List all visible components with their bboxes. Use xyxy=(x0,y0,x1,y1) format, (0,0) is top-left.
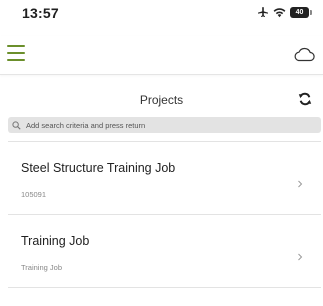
project-title: Steel Structure Training Job xyxy=(21,161,176,175)
divider xyxy=(8,287,321,288)
chevron-right-icon xyxy=(297,253,303,261)
status-bar: 13:57 40 xyxy=(0,0,323,30)
hamburger-menu-icon[interactable] xyxy=(7,44,27,62)
search-bar[interactable] xyxy=(8,117,321,133)
battery-icon: 40 xyxy=(290,6,312,18)
project-title: Training Job xyxy=(21,234,90,248)
cloud-icon[interactable] xyxy=(293,46,315,62)
search-input[interactable] xyxy=(26,118,306,132)
wifi-icon xyxy=(273,7,286,18)
search-icon xyxy=(12,120,23,131)
status-time: 13:57 xyxy=(22,5,59,21)
project-item-training-job[interactable]: Training Job Training Job xyxy=(0,215,323,287)
battery-level: 40 xyxy=(290,6,309,18)
project-subtitle: 105091 xyxy=(21,190,47,199)
project-item-steel-structure-training-job[interactable]: Steel Structure Training Job 105091 xyxy=(0,142,323,214)
page-title: Projects xyxy=(139,93,184,107)
chevron-right-icon xyxy=(297,180,303,188)
status-icons: 40 xyxy=(257,6,312,18)
projects-header: Projects xyxy=(0,87,323,113)
project-subtitle: Training Job xyxy=(21,263,62,272)
projects-list: Steel Structure Training Job 105091 Trai… xyxy=(0,141,323,288)
airplane-mode-icon xyxy=(257,6,269,18)
nav-bar xyxy=(0,36,323,75)
refresh-icon[interactable] xyxy=(298,92,312,106)
